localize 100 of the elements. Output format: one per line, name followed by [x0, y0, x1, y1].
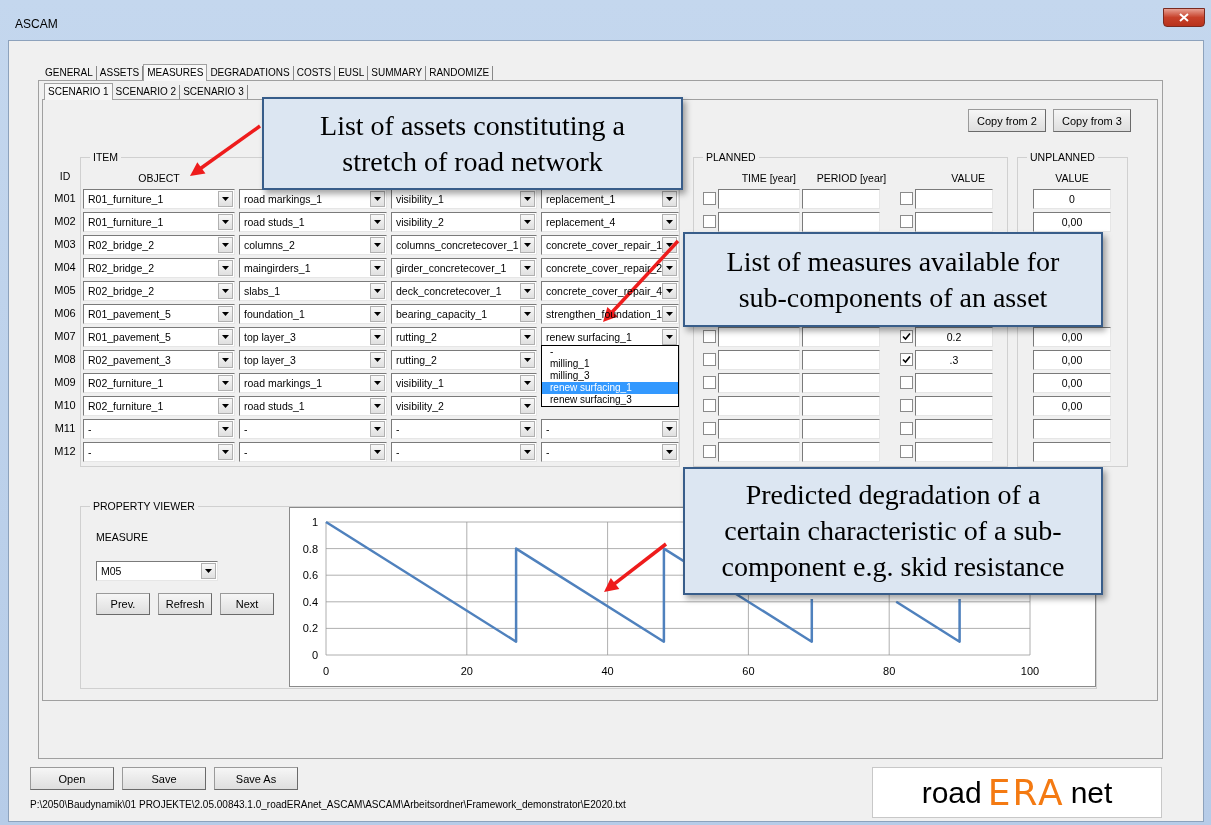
measure-dropdown[interactable]: M05: [96, 561, 218, 581]
characteristic-dropdown[interactable]: visibility_1: [391, 188, 537, 209]
characteristic-dropdown[interactable]: rutting_2: [391, 326, 537, 347]
value-field[interactable]: 0,00: [1033, 395, 1111, 416]
value-field[interactable]: [915, 395, 993, 416]
period-field[interactable]: [802, 326, 880, 347]
period-field[interactable]: [802, 372, 880, 393]
checkbox[interactable]: [900, 399, 913, 412]
period-field[interactable]: [802, 395, 880, 416]
component-dropdown[interactable]: road studs_1: [239, 211, 387, 232]
nav-button[interactable]: Refresh: [158, 593, 212, 615]
file-button[interactable]: Open: [30, 767, 114, 790]
time-field[interactable]: [718, 418, 800, 439]
measure-dropdown[interactable]: concrete_cover_repair_1: [541, 234, 679, 255]
object-dropdown[interactable]: R02_pavement_3: [83, 349, 235, 370]
value-field[interactable]: 0,00: [1033, 326, 1111, 347]
checkbox[interactable]: [900, 376, 913, 389]
object-dropdown[interactable]: R01_pavement_5: [83, 303, 235, 324]
checkbox[interactable]: [703, 215, 716, 228]
object-dropdown[interactable]: R02_bridge_2: [83, 234, 235, 255]
checkbox[interactable]: [703, 353, 716, 366]
time-field[interactable]: [718, 395, 800, 416]
checkbox[interactable]: [703, 445, 716, 458]
nav-button[interactable]: Next: [220, 593, 274, 615]
period-field[interactable]: [802, 211, 880, 232]
time-field[interactable]: [718, 188, 800, 209]
time-field[interactable]: [718, 441, 800, 462]
time-field[interactable]: [718, 211, 800, 232]
tab[interactable]: SCENARIO 3: [180, 85, 248, 99]
tab[interactable]: MEASURES: [143, 64, 208, 81]
component-dropdown[interactable]: -: [239, 441, 387, 462]
copy-button[interactable]: Copy from 3: [1053, 109, 1131, 132]
time-field[interactable]: [718, 326, 800, 347]
list-option[interactable]: milling_1: [542, 358, 678, 370]
copy-button[interactable]: Copy from 2: [968, 109, 1046, 132]
component-dropdown[interactable]: columns_2: [239, 234, 387, 255]
object-dropdown[interactable]: -: [83, 418, 235, 439]
value-field[interactable]: 0,00: [1033, 211, 1111, 232]
list-option[interactable]: renew surfacing_3: [542, 394, 678, 406]
time-field[interactable]: [718, 349, 800, 370]
object-dropdown[interactable]: R01_pavement_5: [83, 326, 235, 347]
component-dropdown[interactable]: -: [239, 418, 387, 439]
characteristic-dropdown[interactable]: visibility_2: [391, 395, 537, 416]
period-field[interactable]: [802, 441, 880, 462]
checkbox[interactable]: [703, 422, 716, 435]
characteristic-dropdown[interactable]: deck_concretecover_1: [391, 280, 537, 301]
value-field[interactable]: [1033, 418, 1111, 439]
checkbox[interactable]: [900, 215, 913, 228]
object-dropdown[interactable]: R02_furniture_1: [83, 395, 235, 416]
value-field[interactable]: [1033, 441, 1111, 462]
characteristic-dropdown[interactable]: bearing_capacity_1: [391, 303, 537, 324]
object-dropdown[interactable]: R02_bridge_2: [83, 280, 235, 301]
tab[interactable]: SCENARIO 2: [112, 85, 181, 99]
component-dropdown[interactable]: road studs_1: [239, 395, 387, 416]
component-dropdown[interactable]: maingirders_1: [239, 257, 387, 278]
checkbox[interactable]: [900, 192, 913, 205]
nav-button[interactable]: Prev.: [96, 593, 150, 615]
measure-dropdown[interactable]: replacement_1: [541, 188, 679, 209]
checkbox[interactable]: [703, 330, 716, 343]
checkbox[interactable]: [703, 192, 716, 205]
period-field[interactable]: [802, 418, 880, 439]
measure-dropdown[interactable]: renew surfacing_1: [541, 326, 679, 347]
checkbox[interactable]: [900, 445, 913, 458]
checkbox[interactable]: [703, 376, 716, 389]
value-field[interactable]: .3: [915, 349, 993, 370]
period-field[interactable]: [802, 349, 880, 370]
value-field[interactable]: [915, 211, 993, 232]
value-field[interactable]: 0.2: [915, 326, 993, 347]
component-dropdown[interactable]: top layer_3: [239, 349, 387, 370]
component-dropdown[interactable]: top layer_3: [239, 326, 387, 347]
time-field[interactable]: [718, 372, 800, 393]
object-dropdown[interactable]: R02_furniture_1: [83, 372, 235, 393]
value-field[interactable]: 0,00: [1033, 372, 1111, 393]
measure-dropdown[interactable]: replacement_4: [541, 211, 679, 232]
object-dropdown[interactable]: R01_furniture_1: [83, 211, 235, 232]
value-field[interactable]: 0,00: [1033, 349, 1111, 370]
component-dropdown[interactable]: road markings_1: [239, 188, 387, 209]
characteristic-dropdown[interactable]: visibility_2: [391, 211, 537, 232]
component-dropdown[interactable]: road markings_1: [239, 372, 387, 393]
file-button[interactable]: Save: [122, 767, 206, 790]
object-dropdown[interactable]: -: [83, 441, 235, 462]
value-field[interactable]: [915, 372, 993, 393]
object-dropdown[interactable]: R02_bridge_2: [83, 257, 235, 278]
checkbox[interactable]: [703, 399, 716, 412]
checkbox[interactable]: [900, 330, 913, 343]
characteristic-dropdown[interactable]: -: [391, 441, 537, 462]
characteristic-dropdown[interactable]: -: [391, 418, 537, 439]
close-button[interactable]: [1163, 8, 1205, 27]
object-dropdown[interactable]: R01_furniture_1: [83, 188, 235, 209]
checkbox[interactable]: [900, 422, 913, 435]
list-option[interactable]: -: [542, 346, 678, 358]
value-field[interactable]: 0: [1033, 188, 1111, 209]
characteristic-dropdown[interactable]: visibility_1: [391, 372, 537, 393]
characteristic-dropdown[interactable]: rutting_2: [391, 349, 537, 370]
list-option[interactable]: milling_3: [542, 370, 678, 382]
period-field[interactable]: [802, 188, 880, 209]
file-button[interactable]: Save As: [214, 767, 298, 790]
checkbox[interactable]: [900, 353, 913, 366]
component-dropdown[interactable]: slabs_1: [239, 280, 387, 301]
tab[interactable]: SCENARIO 1: [44, 83, 113, 100]
